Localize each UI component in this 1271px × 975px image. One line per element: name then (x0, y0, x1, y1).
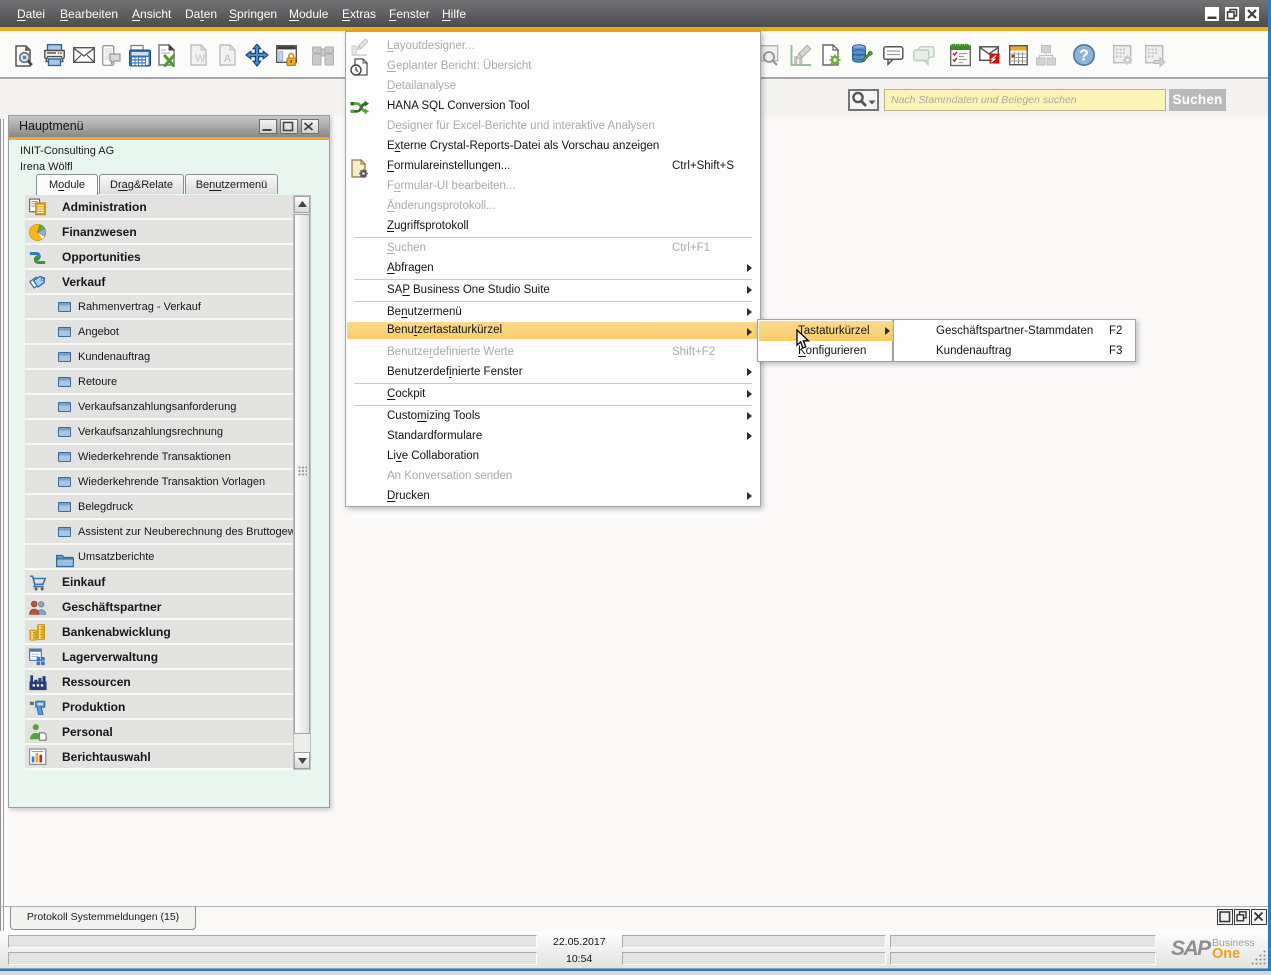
svg-text:W: W (195, 53, 206, 65)
svg-text:A: A (224, 53, 232, 65)
svg-text:?: ? (1079, 48, 1089, 65)
